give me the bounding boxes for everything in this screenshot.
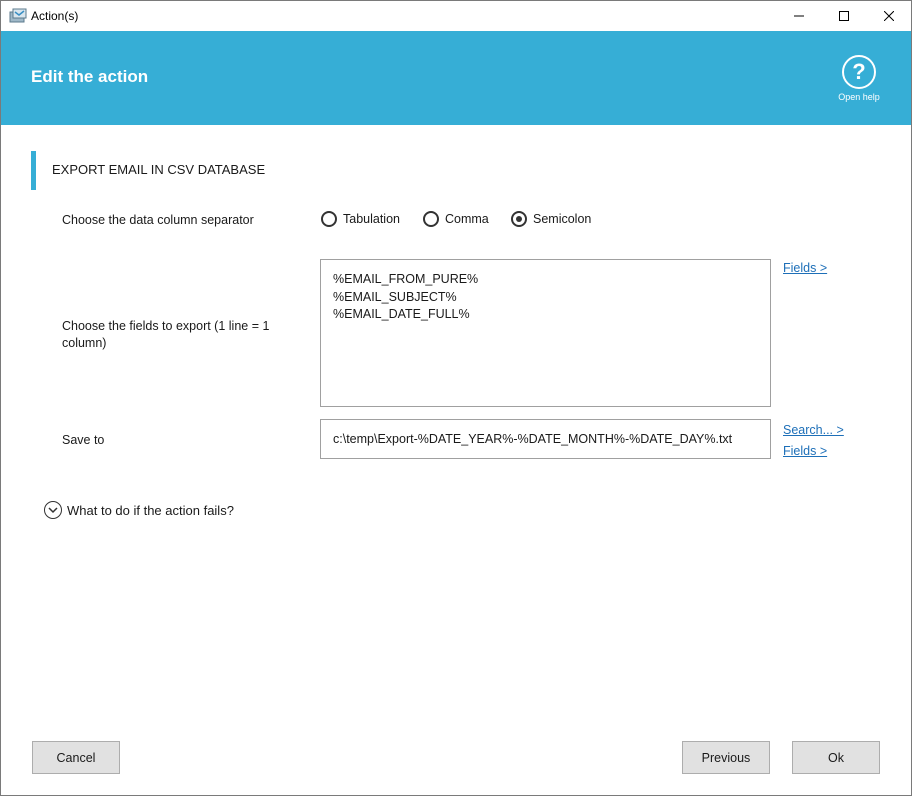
radio-comma-label: Comma <box>445 212 489 226</box>
question-icon: ? <box>842 55 876 89</box>
radio-comma[interactable]: Comma <box>423 211 489 227</box>
fields-textarea[interactable]: %EMAIL_FROM_PURE% %EMAIL_SUBJECT% %EMAIL… <box>320 259 771 407</box>
section-accent-bar <box>31 151 36 190</box>
open-help-label: Open help <box>838 92 880 102</box>
fields-link[interactable]: Fields > <box>783 261 827 275</box>
title-bar: Action(s) <box>1 1 911 31</box>
page-title: Edit the action <box>31 67 149 86</box>
app-icon <box>9 8 27 24</box>
field-line: %EMAIL_DATE_FULL% <box>333 307 470 321</box>
save-to-label: Save to <box>62 433 105 447</box>
close-button[interactable] <box>866 1 911 31</box>
separator-label: Choose the data column separator <box>62 213 254 227</box>
previous-button[interactable]: Previous <box>682 741 770 774</box>
ok-button[interactable]: Ok <box>792 741 880 774</box>
radio-checked-icon <box>511 211 527 227</box>
section-title: EXPORT EMAIL IN CSV DATABASE <box>52 162 266 177</box>
radio-tabulation-label: Tabulation <box>343 212 400 226</box>
save-to-fields-link[interactable]: Fields > <box>783 444 827 458</box>
failure-expander[interactable]: What to do if the action fails? <box>44 501 234 519</box>
maximize-button[interactable] <box>821 1 867 31</box>
open-help-button[interactable]: ? Open help <box>833 55 885 102</box>
dialog-header: Edit the action ? Open help <box>1 31 911 125</box>
field-line: %EMAIL_FROM_PURE% <box>333 272 479 286</box>
fields-label: Choose the fields to export (1 line = 1 … <box>62 319 270 350</box>
minimize-button[interactable] <box>776 1 822 31</box>
field-line: %EMAIL_SUBJECT% <box>333 289 457 304</box>
radio-tabulation[interactable]: Tabulation <box>321 211 400 227</box>
action-dialog: Action(s) Edit the action ? Open help EX… <box>0 0 912 796</box>
window-title: Action(s) <box>31 9 79 23</box>
cancel-button[interactable]: Cancel <box>32 741 120 774</box>
radio-semicolon-label: Semicolon <box>533 212 592 226</box>
save-to-input[interactable]: c:\temp\Export-%DATE_YEAR%-%DATE_MONTH%-… <box>320 419 771 459</box>
radio-semicolon[interactable]: Semicolon <box>511 211 591 227</box>
search-link[interactable]: Search... > <box>783 423 844 437</box>
radio-unchecked-icon <box>423 211 439 227</box>
chevron-down-icon <box>44 501 62 519</box>
radio-unchecked-icon <box>321 211 337 227</box>
failure-label: What to do if the action fails? <box>67 502 234 518</box>
